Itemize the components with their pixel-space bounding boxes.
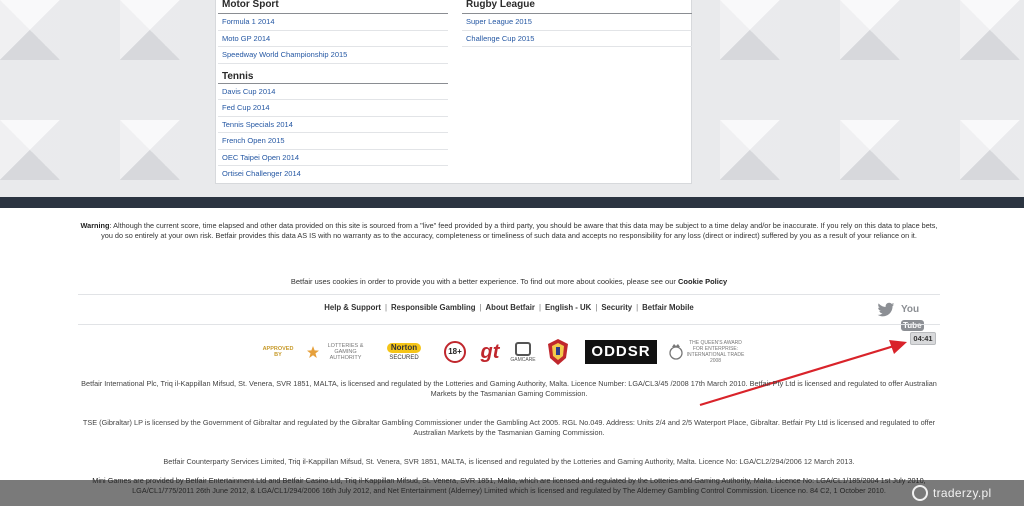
gamcare-logo[interactable]: GAMCARE bbox=[510, 335, 536, 369]
gamblingtherapy-logo[interactable]: gt bbox=[476, 335, 504, 369]
nav-link-about-betfair[interactable]: About Betfair bbox=[486, 303, 535, 312]
competition-link[interactable]: OEC Taipei Open 2014 bbox=[218, 150, 448, 166]
nav-separator: | bbox=[538, 303, 541, 312]
competition-link[interactable]: Challenge Cup 2015 bbox=[462, 31, 692, 47]
lga-logo[interactable]: LOTTERIES & GAMING AUTHORITY bbox=[304, 335, 370, 369]
live-data-warning: Warning: Although the current score, tim… bbox=[78, 221, 940, 241]
nav-link-language[interactable]: English - UK bbox=[545, 303, 591, 312]
watermark-text: traderzy.pl bbox=[933, 486, 992, 500]
gamcare-text: GAMCARE bbox=[510, 356, 536, 363]
oddsr-logo[interactable]: ODDSR bbox=[585, 335, 657, 369]
legal-paragraph: Betfair Counterparty Services Limited, T… bbox=[163, 457, 855, 466]
nav-separator: | bbox=[636, 303, 639, 312]
norton-title: Norton bbox=[386, 343, 422, 353]
watermark: traderzy.pl bbox=[912, 484, 991, 502]
legal-paragraph: TSE (Gibraltar) LP is licensed by the Go… bbox=[82, 418, 936, 437]
age-18-text: 18+ bbox=[444, 341, 466, 363]
queens-award-text: THE QUEEN'S AWARD FOR ENTERPRISE: INTERN… bbox=[686, 340, 745, 364]
warning-text: : Although the current score, time elaps… bbox=[101, 221, 938, 240]
competition-link[interactable]: Formula 1 2014 bbox=[218, 14, 448, 31]
session-timer-badge: 04:41 bbox=[910, 332, 936, 345]
cookie-notice: Betfair uses cookies in order to provide… bbox=[78, 277, 940, 286]
footer-divider bbox=[78, 324, 940, 325]
age-18-badge[interactable]: 18+ bbox=[442, 335, 468, 369]
sports-column-right: Rugby League Super League 2015 Challenge… bbox=[462, 0, 692, 47]
gamcare-icon bbox=[515, 341, 531, 356]
oddsr-text: ODDSR bbox=[585, 340, 657, 364]
dark-divider-strip bbox=[0, 197, 1024, 208]
nav-link-betfair-mobile[interactable]: Betfair Mobile bbox=[642, 303, 694, 312]
competition-link[interactable]: Davis Cup 2014 bbox=[218, 84, 448, 100]
norton-secured-badge[interactable]: Norton SECURED bbox=[376, 335, 432, 369]
competition-link[interactable]: Fed Cup 2014 bbox=[218, 100, 448, 117]
norton-sub: SECURED bbox=[389, 355, 419, 361]
royal-crest-logo[interactable] bbox=[544, 335, 572, 369]
youtube-icon[interactable]: You Tube bbox=[901, 302, 937, 331]
twitter-icon[interactable] bbox=[877, 302, 895, 318]
competition-link[interactable]: French Open 2015 bbox=[218, 133, 448, 150]
regulator-logos: APPROVED BY LOTTERIES & GAMING AUTHORITY… bbox=[258, 335, 758, 369]
cookie-policy-link[interactable]: Cookie Policy bbox=[678, 277, 727, 286]
footer-divider bbox=[78, 294, 940, 295]
youtube-tube: Tube bbox=[901, 320, 924, 331]
watermark-bar bbox=[0, 480, 1024, 506]
competition-link[interactable]: Moto GP 2014 bbox=[218, 31, 448, 47]
queens-award-logo[interactable]: THE QUEEN'S AWARD FOR ENTERPRISE: INTERN… bbox=[666, 335, 746, 369]
warning-label: Warning bbox=[80, 221, 110, 230]
nav-link-help-support[interactable]: Help & Support bbox=[324, 303, 381, 312]
competition-link[interactable]: Super League 2015 bbox=[462, 14, 692, 31]
nav-link-security[interactable]: Security bbox=[601, 303, 632, 312]
site-footer: Warning: Although the current score, tim… bbox=[0, 208, 1024, 506]
cookie-text: Betfair uses cookies in order to provide… bbox=[290, 277, 678, 286]
lga-star-icon bbox=[306, 346, 319, 358]
lga-text: LOTTERIES & GAMING AUTHORITY bbox=[327, 343, 364, 361]
competition-link[interactable]: Speedway World Championship 2015 bbox=[218, 47, 448, 64]
footer-nav: Help & Support | Responsible Gambling | Abou… bbox=[78, 303, 940, 312]
nav-separator: | bbox=[595, 303, 598, 312]
section-title-motor-sport: Motor Sport bbox=[218, 0, 448, 14]
sports-column-left: Motor Sport Formula 1 2014 Moto GP 2014 … bbox=[218, 0, 448, 183]
sports-list-panel: Motor Sport Formula 1 2014 Moto GP 2014 … bbox=[215, 0, 692, 184]
nav-separator: | bbox=[385, 303, 388, 312]
section-title-tennis: Tennis bbox=[218, 68, 448, 84]
approved-by-label: APPROVED BY bbox=[262, 346, 294, 358]
nav-separator: | bbox=[479, 303, 482, 312]
competition-link[interactable]: Tennis Specials 2014 bbox=[218, 117, 448, 133]
queens-award-crown-icon bbox=[668, 344, 683, 360]
youtube-you: You bbox=[901, 304, 920, 315]
section-title-rugby-league: Rugby League bbox=[462, 0, 692, 14]
crest-icon bbox=[548, 339, 568, 365]
nav-link-responsible-gambling[interactable]: Responsible Gambling bbox=[391, 303, 475, 312]
watermark-logo-icon bbox=[912, 485, 928, 501]
legal-paragraph: Betfair International Plc, Triq il-Kappi… bbox=[81, 379, 937, 398]
competition-link[interactable]: Ortisei Challenger 2014 bbox=[218, 166, 448, 183]
